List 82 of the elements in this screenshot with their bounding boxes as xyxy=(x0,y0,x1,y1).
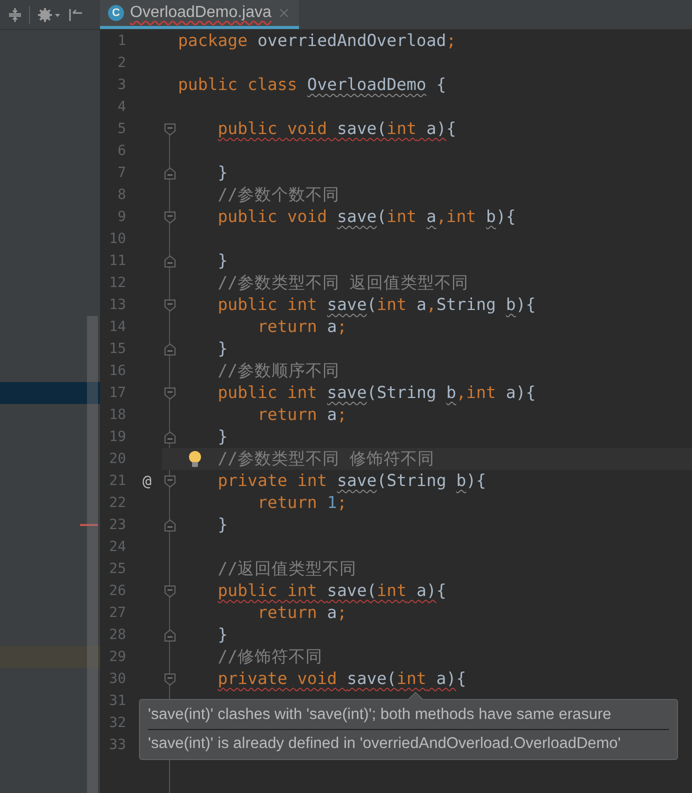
line-number: 28 xyxy=(108,626,127,645)
line-number: 17 xyxy=(108,384,127,403)
tab-title: OverloadDemo.java xyxy=(130,4,272,22)
line-number: 10 xyxy=(108,230,127,249)
line-number: 24 xyxy=(108,538,127,557)
code-line: public int save(int a,String b){ xyxy=(218,294,536,316)
line-number: 5 xyxy=(116,120,127,139)
line-number: 32 xyxy=(108,714,127,733)
line-number: 26 xyxy=(108,582,127,601)
code-line: return 1; xyxy=(257,492,347,514)
code-line: } xyxy=(218,162,228,184)
settings-icon[interactable] xyxy=(37,6,61,22)
line-number: 30 xyxy=(108,670,127,689)
code-line: } xyxy=(218,426,228,448)
hide-icon[interactable] xyxy=(68,6,84,22)
line-number: 6 xyxy=(116,142,127,161)
line-number: 16 xyxy=(108,362,127,381)
code-line: public void save(int a,int b){ xyxy=(218,206,516,228)
line-number: 11 xyxy=(108,252,127,271)
line-number: 12 xyxy=(108,274,127,293)
code-line: private int save(String b){ xyxy=(218,470,486,492)
class-icon: C xyxy=(108,5,124,21)
code-line: return a; xyxy=(257,602,347,624)
code-line: } xyxy=(218,338,228,360)
code-line: package overriedAndOverload; xyxy=(178,30,456,52)
code-line: private void save(int a){ xyxy=(218,668,466,690)
unfold-icon[interactable] xyxy=(164,254,176,268)
fold-icon[interactable] xyxy=(164,386,176,400)
line-number: 9 xyxy=(116,208,127,227)
code-line: } xyxy=(218,624,228,646)
fold-icon[interactable] xyxy=(164,584,176,598)
code-line: return a; xyxy=(257,404,347,426)
tooltip-message: 'save(int)' clashes with 'save(int)'; both methods have same erasure xyxy=(148,705,612,725)
code-comment: //参数个数不同 xyxy=(218,184,340,206)
line-number: 27 xyxy=(108,604,127,623)
line-number: 2 xyxy=(116,54,127,73)
fold-icon[interactable] xyxy=(164,474,176,488)
lightbulb-icon[interactable] xyxy=(188,450,202,468)
code-line: return a; xyxy=(257,316,347,338)
fold-icon[interactable] xyxy=(164,672,176,686)
line-number: 3 xyxy=(116,76,127,95)
fold-icon[interactable] xyxy=(164,210,176,224)
code-line: public class OverloadDemo { xyxy=(178,74,446,96)
line-number: 1 xyxy=(116,32,127,51)
gutter-marker[interactable]: @ xyxy=(142,474,152,488)
line-number: 7 xyxy=(116,164,127,183)
scrollbar[interactable] xyxy=(87,316,98,793)
unfold-icon[interactable] xyxy=(164,166,176,180)
unfold-icon[interactable] xyxy=(164,430,176,444)
code-comment: //修饰符不同 xyxy=(218,646,323,668)
line-number: 4 xyxy=(116,98,127,117)
unfold-icon[interactable] xyxy=(164,518,176,532)
code-comment: //参数顺序不同 xyxy=(218,360,340,382)
line-number: 18 xyxy=(108,406,127,425)
fold-icon[interactable] xyxy=(164,122,176,136)
line-number: 21 xyxy=(108,472,127,491)
code-line: public void save(int a){ xyxy=(218,118,456,140)
editor-tab[interactable]: C OverloadDemo.java xyxy=(100,0,300,29)
line-number: 20 xyxy=(108,450,127,469)
code-comment: //参数类型不同 修饰符不同 xyxy=(218,448,435,470)
line-number: 23 xyxy=(108,516,127,535)
line-number: 31 xyxy=(108,692,127,711)
line-number: 14 xyxy=(108,318,127,337)
code-line: } xyxy=(218,250,228,272)
tooltip-message: 'save(int)' is already defined in 'overriedAndOverload.OverloadDemo' xyxy=(148,734,622,754)
code-comment: //返回值类型不同 xyxy=(218,558,357,580)
code-line: public int save(int a){ xyxy=(218,580,446,602)
unfold-icon[interactable] xyxy=(164,628,176,642)
line-number: 15 xyxy=(108,340,127,359)
line-number: 13 xyxy=(108,296,127,315)
line-number: 33 xyxy=(108,736,127,755)
line-number: 22 xyxy=(108,494,127,513)
code-comment: //参数类型不同 返回值类型不同 xyxy=(218,272,469,294)
fold-icon[interactable] xyxy=(164,298,176,312)
line-number: 29 xyxy=(108,648,127,667)
line-number: 25 xyxy=(108,560,127,579)
code-line: public int save(String b,int a){ xyxy=(218,382,536,404)
unfold-icon[interactable] xyxy=(164,342,176,356)
collapse-icon[interactable] xyxy=(8,6,22,22)
code-line: } xyxy=(218,514,228,536)
line-number: 8 xyxy=(116,186,127,205)
line-number: 19 xyxy=(108,428,127,447)
